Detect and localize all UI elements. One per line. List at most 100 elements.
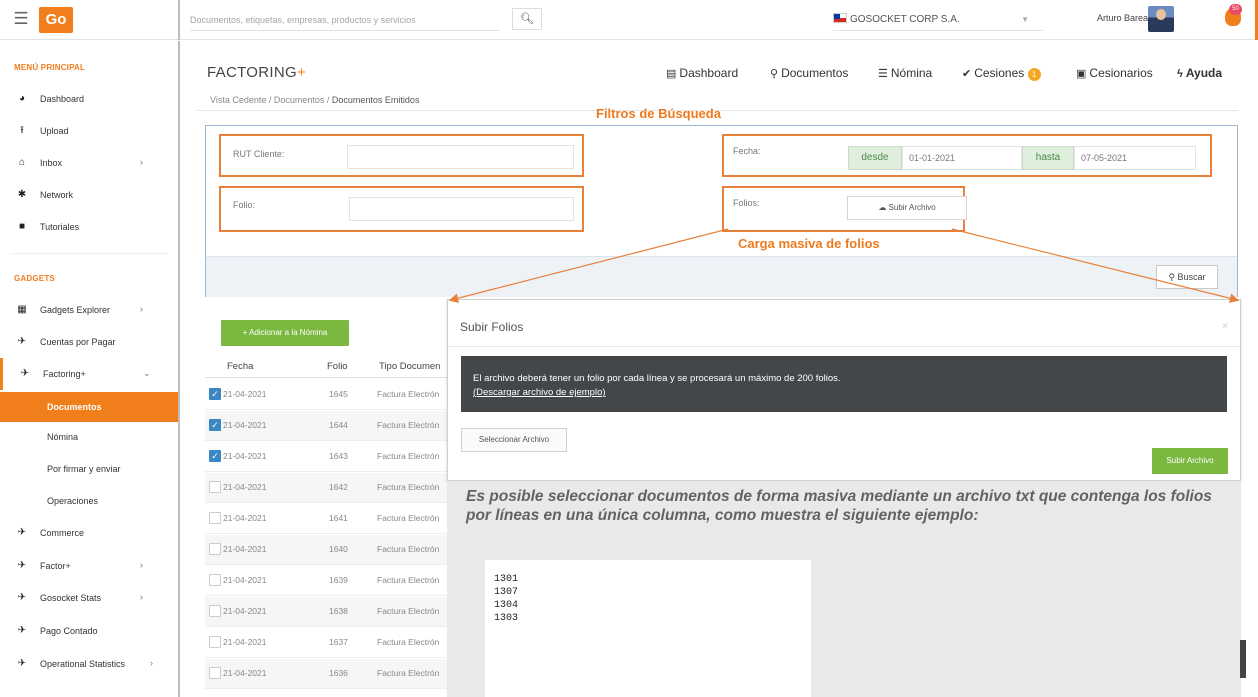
table-row[interactable]: 21-04-2021 1638 Factura Electrón [205,597,450,627]
row-checkbox[interactable] [209,574,221,586]
row-checkbox[interactable] [209,667,221,679]
rocket-icon: ✈ [17,560,27,571]
table-row[interactable]: ✓ 21-04-2021 1643 Factura Electrón [205,442,450,472]
hasta-date-input[interactable] [1074,146,1196,170]
row-checkbox[interactable] [209,543,221,555]
sidebar-item-gadgets-explorer[interactable]: ▦ Gadgets Explorer › [0,294,178,326]
row-checkbox[interactable] [209,512,221,524]
hamburger-menu-icon[interactable]: ☰ [12,10,30,28]
col-tipo[interactable]: Tipo Documen [379,361,440,372]
sidebar-item-commerce[interactable]: ✈ Commerce [0,517,178,549]
sidebar-subitem-nomina[interactable]: Nómina [0,422,178,452]
upload-icon: ⭱ [20,125,24,136]
col-fecha[interactable]: Fecha [227,361,253,372]
table-row[interactable]: 21-04-2021 1640 Factura Electrón [205,535,450,565]
chevron-right-icon: › [140,592,143,602]
sidebar-item-inbox[interactable]: ⌂ Inbox › [0,147,178,179]
breadcrumb-path[interactable]: Vista Cedente / Documentos / [210,95,332,105]
sidebar-divider [10,253,168,254]
sidebar-item-label: Gadgets Explorer [40,305,111,315]
sidebar-subitem-por-firmar[interactable]: Por firmar y enviar [0,454,178,484]
upload-folios-button[interactable]: ☁ Subir Archivo [847,196,967,220]
table-row[interactable]: ✓ 21-04-2021 1645 Factura Electrón [205,380,450,410]
page-title-text: FACTORING [207,64,297,81]
row-checkbox[interactable]: ✓ [209,419,221,431]
sidebar-item-upload[interactable]: ⭱ Upload [0,115,178,147]
note-area: Es posible seleccionar documentos de for… [447,481,1241,697]
row-tipo: Factura Electrón [377,451,440,461]
sidebar-item-tutoriales[interactable]: ■ Tutoriales [0,211,178,243]
sidebar-item-factor[interactable]: ✈ Factor+ › [0,550,178,582]
desde-date-input[interactable] [902,146,1022,170]
close-icon[interactable]: × [1222,321,1228,332]
table-row[interactable]: ✓ 21-04-2021 1644 Factura Electrón [205,411,450,441]
gosocket-logo[interactable]: Go [39,7,73,33]
row-fecha: 21-04-2021 [223,451,267,461]
scrollbar-thumb[interactable] [1240,640,1246,678]
upload-file-button[interactable]: Subir Archivo [1152,448,1228,474]
nav-cesionarios[interactable]: ▣ Cesionarios [1076,66,1153,80]
buscar-button[interactable]: ⚲ Buscar [1156,265,1218,289]
row-folio: 1639 [329,575,348,585]
row-checkbox[interactable]: ✓ [209,388,221,400]
breadcrumb-current: Documentos Emitidos [331,95,420,105]
search-icon: ⚲ [770,68,779,80]
sidebar-item-cuentas-por-pagar[interactable]: ✈ Cuentas por Pagar [0,326,178,358]
download-sample-link[interactable]: (Descargar archivo de ejemplo) [473,387,606,398]
nav-cesiones[interactable]: ✔ Cesiones 1 [962,66,1041,81]
sidebar-item-operational-statistics[interactable]: ✈ Operational Statistics › [0,648,178,680]
add-to-nomina-button[interactable]: + Adicionar a la Nómina [221,320,349,346]
row-folio: 1637 [329,637,348,647]
rut-input[interactable] [347,145,574,169]
list-icon: ☰ [878,68,888,80]
fecha-label: Fecha: [733,146,761,156]
sidebar-item-network[interactable]: ✱ Network [0,179,178,211]
row-folio: 1640 [329,544,348,554]
table-row[interactable]: 21-04-2021 1642 Factura Electrón [205,473,450,503]
table-row[interactable]: 21-04-2021 1641 Factura Electrón [205,504,450,534]
sample-line: 1304 [494,600,519,611]
dashboard-icon: ◕ [18,93,26,104]
note-text: Es posible seleccionar documentos de for… [466,488,1212,524]
row-checkbox[interactable]: ✓ [209,450,221,462]
table-row[interactable]: 21-04-2021 1636 Factura Electrón [205,659,450,689]
col-folio[interactable]: Folio [327,361,348,372]
row-checkbox[interactable] [209,605,221,617]
sidebar-item-gosocket-stats[interactable]: ✈ Gosocket Stats › [0,582,178,614]
bulk-annotation-title: Carga masiva de folios [738,236,880,251]
sidebar-subitem-documentos[interactable]: Documentos [0,392,178,422]
page-title-plus: + [296,64,306,81]
row-checkbox[interactable] [209,636,221,648]
row-tipo: Factura Electrón [377,482,440,492]
sidebar-item-dashboard[interactable]: ◕ Dashboard [0,83,178,115]
modal-info-text: El archivo deberá tener un folio por cad… [473,373,841,384]
avatar[interactable] [1148,6,1174,32]
select-file-button[interactable]: Seleccionar Archivo [461,428,567,452]
sidebar-item-label: Tutoriales [40,222,80,232]
nav-nomina[interactable]: ☰ Nómina [878,66,932,80]
table-row[interactable]: 21-04-2021 1639 Factura Electrón [205,566,450,596]
sidebar-item-label: Commerce [40,528,85,538]
search-icon: ⚲ [1168,272,1176,282]
sidebar-item-label: Cuentas por Pagar [40,337,116,347]
sidebar-item-label: Inbox [40,158,63,168]
nav-dashboard[interactable]: ▤ Dashboard [666,66,738,80]
sidebar-item-pago-contado[interactable]: ✈ Pago Contado [0,615,178,647]
sidebar-subitem-operaciones[interactable]: Operaciones [0,486,178,516]
table-row[interactable]: 21-04-2021 1637 Factura Electrón [205,628,450,658]
sidebar-item-factoring[interactable]: ✈ Factoring+ ⌄ [0,358,178,390]
company-selector[interactable]: GOSOCKET CORP S.A. ▼ [833,9,1043,31]
global-search-input[interactable] [190,9,500,31]
nav-label: Cesiones [974,66,1025,80]
search-button[interactable]: 🔍︎ [512,8,542,30]
row-tipo: Factura Electrón [377,575,440,585]
row-fecha: 21-04-2021 [223,482,267,492]
row-checkbox[interactable] [209,481,221,493]
folio-label: Folio: [233,200,256,210]
nav-documentos[interactable]: ⚲ Documentos [770,66,848,80]
chevron-right-icon: › [140,560,143,570]
rocket-icon: ✈ [17,592,27,603]
nav-ayuda[interactable]: ϟ Ayuda [1177,66,1222,80]
user-name[interactable]: Arturo Barea [1097,13,1148,23]
folio-input[interactable] [349,197,574,221]
